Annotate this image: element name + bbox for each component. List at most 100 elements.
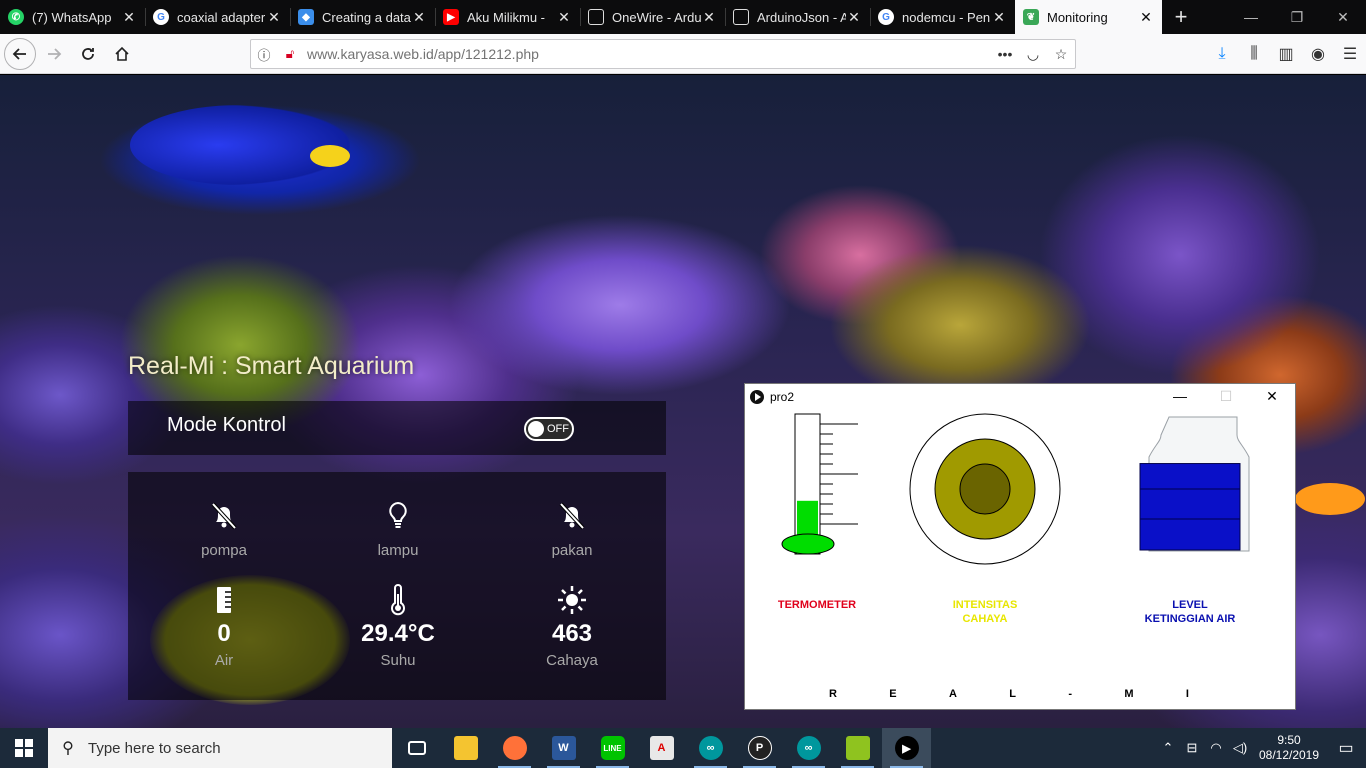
volume-icon[interactable]: ◁) [1228,740,1252,756]
processing-minimize-icon[interactable]: — [1157,388,1203,405]
reload-button[interactable] [72,38,104,70]
tab-close-icon[interactable]: ✕ [991,9,1007,26]
tab-coaxial[interactable]: G coaxial adapter ✕ [145,0,290,34]
intensitas-line1: INTENSITAS [952,599,1018,611]
processing-titlebar: pro2 — ☐ ✕ [745,384,1295,409]
menu-icon[interactable]: ☰ [1334,38,1366,70]
tab-title: nodemcu - Pen [902,9,991,25]
tab-onewire[interactable]: OneWire - Ardu ✕ [580,0,725,34]
reload-icon [82,47,94,60]
taskbar-app-green[interactable] [833,728,882,768]
status-panel: pompa lampu pakan 0 Air 29.4°C Suhu 463 … [128,472,666,700]
page-actions-icon[interactable]: ••• [991,46,1019,62]
processing-close-icon[interactable]: ✕ [1249,388,1295,405]
tab-youtube[interactable]: ▶ Aku Milikmu - ✕ [435,0,580,34]
forward-button[interactable] [38,38,70,70]
pocket-icon[interactable]: ◡ [1019,46,1047,63]
network-icon[interactable]: ⊟ [1180,740,1204,756]
tab-close-icon[interactable]: ✕ [1138,9,1154,26]
system-tray: ⌃ ⊟ ◠ ◁) 9:50 08/12/2019 ▭ [1156,733,1366,763]
arduino-icon: ∞ [698,736,723,760]
line-app-icon: LINE [600,736,625,760]
lightbulb-icon [389,501,407,528]
address-bar[interactable]: ⓘ 🔓︎ www.karyasa.web.id/app/121212.php •… [250,39,1076,69]
tab-title: Monitoring [1047,9,1108,25]
taskbar-line[interactable]: LINE [588,728,637,768]
bookmark-star-icon[interactable]: ☆ [1047,46,1075,63]
restore-icon[interactable]: ❐ [1274,0,1320,34]
library-icon[interactable]: ⫼ [1238,38,1270,70]
arduino-icon: ∞ [796,736,821,760]
realmi-footer: R E A L - M I [829,688,1189,700]
termometer-label: TERMOMETER [765,598,869,612]
mode-toggle[interactable]: OFF [524,417,574,441]
notification-icon[interactable]: ▭ [1326,738,1366,758]
sidebar-icon[interactable]: ▥ [1270,38,1302,70]
control-pompa[interactable]: pompa [164,498,284,559]
account-icon[interactable]: ◉ [1302,38,1334,70]
tab-close-icon[interactable]: ✕ [411,9,427,26]
taskbar-search[interactable]: ⚲ Type here to search [48,728,392,768]
sensor-suhu: 29.4°C Suhu [338,582,458,669]
info-icon[interactable]: ⓘ [251,45,277,64]
insecure-lock-icon[interactable]: 🔓︎ [277,46,303,62]
sensor-cahaya: 463 Cahaya [512,582,632,669]
taskbar-word[interactable]: W [539,728,588,768]
home-button[interactable] [106,38,138,70]
taskbar-firefox[interactable] [490,728,539,768]
tab-close-icon[interactable]: ✕ [701,9,717,26]
tab-close-icon[interactable]: ✕ [556,9,572,26]
sensor-value: 29.4°C [361,620,435,647]
taskbar-arduino-1[interactable]: ∞ [686,728,735,768]
clock[interactable]: 9:50 08/12/2019 [1252,733,1326,763]
search-icon: ⚲ [62,740,74,757]
taskbar-processing[interactable]: P [735,728,784,768]
taskbar-acrobat[interactable]: A [637,728,686,768]
url-text[interactable]: www.karyasa.web.id/app/121212.php [303,46,991,62]
footer-letter: - [1068,688,1073,700]
taskbar-pro2[interactable]: ▶ [882,728,931,768]
control-lampu[interactable]: lampu [338,498,458,559]
chevron-up-icon[interactable]: ⌃ [1156,740,1180,756]
folder-icon [453,736,478,760]
control-label: lampu [377,542,419,559]
minimize-icon[interactable]: — [1228,0,1274,34]
footer-letter: R [829,688,837,700]
back-button[interactable] [4,37,36,70]
control-pakan[interactable]: pakan [512,498,632,559]
tab-creating-database[interactable]: ◆ Creating a datab ✕ [290,0,435,34]
page-icon [733,9,749,25]
tab-close-icon[interactable]: ✕ [846,9,862,26]
thermometer-icon [391,584,405,616]
green-app-icon [845,736,870,760]
shield-icon: ◆ [298,9,314,25]
processing-maximize-icon: ☐ [1219,388,1233,404]
download-icon[interactable]: ⤓ [1206,38,1238,70]
tab-whatsapp[interactable]: ✆ (7) WhatsApp ✕ [0,0,145,34]
sensor-label: Suhu [380,652,416,669]
tab-nodemcu[interactable]: G nodemcu - Pen ✕ [870,0,1015,34]
muted-bell-icon [211,502,237,530]
processing-app-icon: P [747,736,772,760]
thermometer-graphic [781,413,858,555]
sensor-label: Air [214,652,234,669]
sensor-value: 463 [551,620,593,647]
home-icon [115,46,129,61]
tab-monitoring[interactable]: ❦ Monitoring ✕ [1015,0,1162,34]
sensor-label: Cahaya [546,652,598,669]
new-tab-button[interactable]: + [1166,0,1196,34]
leaf-icon: ❦ [1023,9,1039,25]
start-button[interactable] [0,728,48,768]
taskbar-arduino-2[interactable]: ∞ [784,728,833,768]
tab-close-icon[interactable]: ✕ [121,9,137,26]
wifi-icon[interactable]: ◠ [1204,740,1228,756]
page-title: Real-Mi : Smart Aquarium [128,352,415,380]
close-window-icon[interactable]: ✕ [1320,0,1366,34]
tab-arduinojson[interactable]: ArduinoJson - A ✕ [725,0,870,34]
windows-logo-icon [15,739,33,757]
level-label: LEVEL KETINGGIAN AIR [1120,598,1260,626]
arrow-right-icon [48,47,62,60]
task-view-button[interactable] [392,728,441,768]
tab-close-icon[interactable]: ✕ [266,9,282,26]
taskbar-file-explorer[interactable] [441,728,490,768]
